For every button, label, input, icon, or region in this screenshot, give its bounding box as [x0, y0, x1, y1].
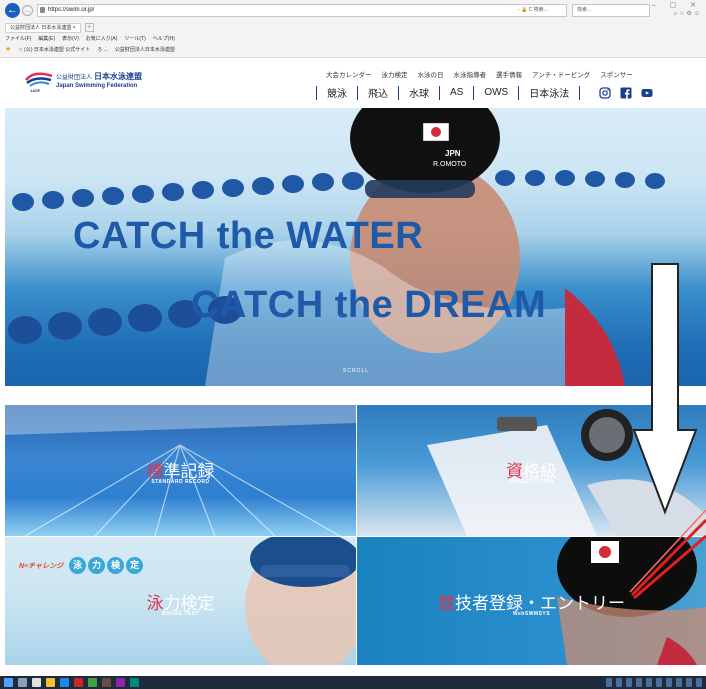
main-nav-water-polo[interactable]: 水球 — [409, 85, 429, 100]
tab-close-icon[interactable]: × — [73, 25, 76, 31]
new-tab-icon[interactable]: + — [84, 23, 94, 32]
top-nav-sponsors[interactable]: スポンサー — [600, 69, 633, 79]
nav-divider — [439, 85, 440, 100]
menu-item-file[interactable]: ファイル(F) — [5, 35, 31, 42]
badge-char: 泳 — [69, 557, 87, 574]
badge-char: 定 — [126, 557, 144, 574]
top-nav-athletes[interactable]: 選手情報 — [496, 69, 522, 79]
tile-badge-sub: BADGE TEST — [161, 611, 200, 617]
site-header: JASF 公益財団法人 日本水泳連盟 Japan Swimming Federat… — [0, 58, 706, 108]
org-name-en: Japan Swimming Federation — [56, 83, 138, 89]
top-nav-anti-doping[interactable]: アンチ・ドーピング — [532, 69, 590, 79]
tray-icon[interactable] — [606, 678, 612, 687]
main-nav-ows[interactable]: OWS — [484, 87, 508, 98]
nav-divider — [473, 85, 475, 100]
top-nav-instructors[interactable]: 水泳指導者 — [454, 69, 487, 79]
menu-item-edit[interactable]: 編集(E) — [38, 35, 55, 42]
address-bar-actions[interactable]: - 🔒 C 検索... — [518, 5, 548, 16]
taskbar-apps — [4, 678, 139, 687]
tile-badge-test[interactable]: N≡チャレンジ 泳 力 検 定 泳力検定 BADGE TEST — [5, 537, 356, 665]
main-nav-as[interactable]: AS — [450, 87, 463, 98]
window-controls[interactable]: – ▢ ✕ — [652, 1, 702, 9]
favorites-bar: ★ ☆ (公) 日本水泳連盟 公式サイト ろ ... 公益財団法人日本水泳連盟 — [5, 45, 175, 53]
hero-banner[interactable]: JPN R.OMOTO CATCH the WATER CATCH the DR… — [5, 108, 706, 386]
explorer-icon[interactable] — [46, 678, 55, 687]
favorites-star-icon[interactable]: ★ — [5, 45, 11, 53]
windows-taskbar — [0, 676, 706, 689]
instagram-icon[interactable] — [599, 86, 611, 99]
url-text: https://swim.or.jp/ — [48, 7, 95, 13]
system-tray — [606, 678, 702, 687]
tray-icon[interactable] — [646, 678, 652, 687]
lane-rope-back — [12, 170, 665, 211]
facebook-icon[interactable] — [620, 87, 632, 99]
top-nav: 大会カレンダー 泳力検定 水泳の日 水泳指導者 選手情報 アンチ・ドーピング ス… — [326, 69, 633, 79]
tray-icon[interactable] — [696, 678, 702, 687]
address-bar[interactable]: https://swim.or.jp/ - 🔒 C 検索... — [37, 4, 567, 17]
org-name-main: 日本水泳連盟 — [94, 72, 143, 81]
task-view-icon[interactable] — [32, 678, 41, 687]
back-icon[interactable]: ← — [5, 3, 20, 18]
top-nav-badge-test[interactable]: 泳力検定 — [382, 69, 408, 79]
badge-char: 検 — [107, 557, 125, 574]
app-icon[interactable] — [102, 678, 111, 687]
tray-icon[interactable] — [686, 678, 692, 687]
scroll-indicator[interactable]: SCROLL — [343, 368, 369, 374]
lock-icon — [40, 7, 45, 13]
tab-active[interactable]: 公益財団法人 日本水泳連盟 × — [5, 22, 81, 33]
nav-divider — [398, 85, 399, 100]
tray-icon[interactable] — [626, 678, 632, 687]
svg-text:R.OMOTO: R.OMOTO — [433, 161, 467, 168]
youtube-icon[interactable] — [641, 87, 653, 99]
app-icon[interactable] — [116, 678, 125, 687]
org-prefix: 公益財団法人 — [56, 75, 93, 81]
menu-item-view[interactable]: 表示(V) — [62, 35, 79, 42]
app-icon[interactable] — [130, 678, 139, 687]
main-nav: 競泳 飛込 水球 AS OWS 日本泳法 — [306, 85, 653, 100]
badge-char: 力 — [88, 557, 106, 574]
tray-icon[interactable] — [636, 678, 642, 687]
nav-divider — [518, 85, 520, 100]
app-icon[interactable] — [88, 678, 97, 687]
search-icon[interactable] — [18, 678, 27, 687]
browser-chrome: ← → https://swim.or.jp/ - 🔒 C 検索... 検索..… — [0, 0, 706, 58]
badge-test-logo: N≡チャレンジ 泳 力 検 定 — [19, 557, 144, 574]
browser-search-input[interactable]: 検索... — [572, 4, 650, 17]
app-icon[interactable] — [74, 678, 83, 687]
tab-label: 公益財団法人 日本水泳連盟 — [10, 24, 72, 31]
hero-title-line1: CATCH the WATER — [73, 215, 424, 257]
menu-bar: ファイル(F) 編集(E) 表示(V) お気に入り(A) ツール(T) ヘルプ(… — [5, 35, 175, 42]
badge-brand: N≡チャレンジ — [19, 562, 64, 570]
favorite-link[interactable]: 公益財団法人日本水泳連盟 — [115, 46, 175, 53]
toolbar-icons[interactable]: ⌂☆⚙☺ — [673, 10, 702, 17]
hero-title-line2: CATCH the DREAM — [191, 284, 547, 326]
start-icon[interactable] — [4, 678, 13, 687]
main-nav-diving[interactable]: 飛込 — [368, 85, 388, 100]
top-nav-calendar[interactable]: 大会カレンダー — [326, 69, 372, 79]
main-nav-swimming[interactable]: 競泳 — [327, 85, 347, 100]
tray-icon[interactable] — [666, 678, 672, 687]
logo-abbr: JASF — [30, 88, 41, 93]
tray-icon[interactable] — [616, 678, 622, 687]
nav-divider — [316, 85, 317, 100]
main-nav-japanese-swimming[interactable]: 日本泳法 — [529, 85, 569, 100]
favorite-link[interactable]: ろ ... — [97, 46, 108, 53]
menu-item-favorites[interactable]: お気に入り(A) — [86, 35, 118, 42]
tile-standard-record[interactable]: 標準記録 STANDARD RECORD — [5, 405, 356, 536]
svg-text:JPN: JPN — [445, 149, 461, 158]
org-name[interactable]: 公益財団法人 日本水泳連盟 — [56, 71, 142, 82]
ie-icon[interactable] — [60, 678, 69, 687]
nav-divider — [357, 85, 358, 100]
menu-item-tools[interactable]: ツール(T) — [124, 35, 145, 42]
red-pointer-lines — [629, 510, 706, 600]
nav-divider — [579, 85, 581, 100]
top-nav-swim-day[interactable]: 水泳の日 — [418, 69, 444, 79]
forward-icon[interactable]: → — [22, 5, 33, 16]
tile-standard-sub: STANDARD RECORD — [151, 479, 210, 485]
tab-strip: 公益財団法人 日本水泳連盟 × + — [5, 22, 94, 33]
tray-icon[interactable] — [676, 678, 682, 687]
tray-icon[interactable] — [656, 678, 662, 687]
favorite-link[interactable]: ☆ (公) 日本水泳連盟 公式サイト — [18, 46, 90, 53]
menu-item-help[interactable]: ヘルプ(H) — [153, 35, 175, 42]
